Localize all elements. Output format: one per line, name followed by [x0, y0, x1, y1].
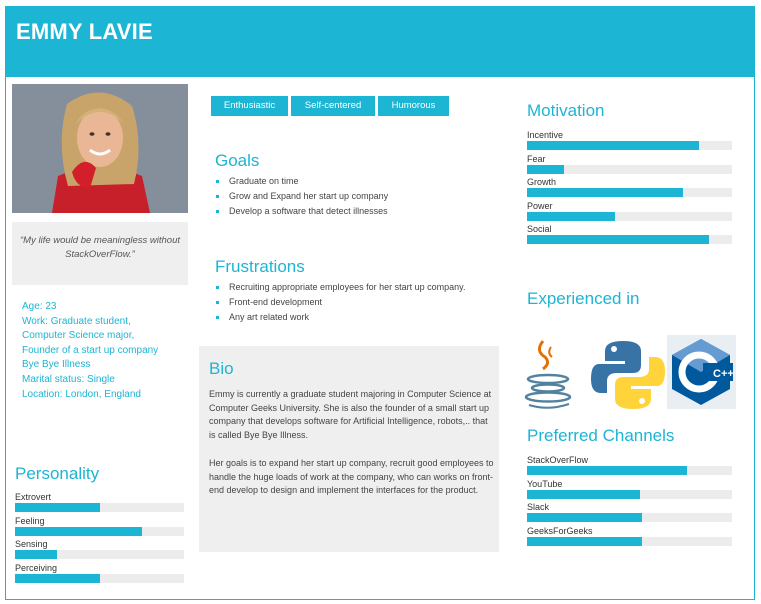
channel-label: StackOverFlow — [527, 455, 589, 465]
trait-track — [15, 550, 184, 559]
channel-row: GeeksForGeeks — [527, 526, 732, 550]
bio-panel: Bio Emmy is currently a graduate student… — [199, 346, 499, 552]
info-company: Bye Bye Illness — [22, 359, 91, 371]
channel-track — [527, 489, 732, 499]
motivation-row: Power — [527, 201, 732, 225]
motivation-label: Incentive — [527, 130, 564, 140]
bio-title: Bio — [209, 359, 234, 378]
trait-label: Extrovert — [15, 492, 52, 502]
trait-label: Perceiving — [15, 562, 58, 573]
motivation-label: Power — [527, 200, 553, 211]
info-location: Location: London, England — [22, 388, 141, 400]
cpp-logo-text: C++ — [713, 368, 734, 380]
experienced-title: Experienced in — [527, 289, 640, 308]
persona-name: EMMY LAVIE — [16, 19, 153, 44]
python-logo — [591, 341, 665, 409]
personality-row: Feeling — [15, 516, 184, 540]
tag-enthusiastic: Enthusiastic — [211, 96, 288, 116]
personality-title: Personality — [15, 464, 100, 483]
motivation-row: Growth — [527, 177, 732, 201]
motivation-fill — [527, 164, 564, 174]
tag-self-centered: Self-centered — [291, 96, 375, 116]
java-logo — [524, 340, 572, 409]
motivation-row: Incentive — [527, 130, 732, 154]
persona-quote: “My life would be meaningless without St… — [12, 222, 188, 285]
profile-photo — [12, 84, 188, 213]
motivation-label: Growth — [527, 177, 557, 187]
info-founder: Founder of a start up company — [22, 344, 159, 356]
info-major: Computer Science major, — [22, 330, 135, 342]
personality-bars: Extrovert Feeling Sensing Perceiving — [15, 492, 184, 586]
personality-row: Extrovert — [15, 492, 184, 516]
list-item: Develop a software that detect illnesses — [215, 204, 388, 219]
motivation-bars: Incentive Fear Growth Power Social — [527, 130, 732, 248]
motivation-track — [527, 188, 732, 197]
personality-row: Sensing — [15, 539, 184, 563]
bio-paragraph-2: Her goals is to expand her start up comp… — [209, 458, 494, 496]
trait-track — [15, 573, 184, 583]
motivation-track — [527, 235, 732, 244]
channel-track — [527, 466, 732, 475]
trait-label: Feeling — [15, 515, 45, 526]
channel-track — [527, 536, 732, 546]
trait-fill — [15, 526, 142, 536]
bio-paragraph-1: Emmy is currently a graduate student maj… — [209, 389, 492, 440]
list-item: Any art related work — [215, 310, 465, 325]
info-work: Work: Graduate student, — [22, 315, 131, 327]
trait-label: Sensing — [15, 539, 48, 549]
channel-row: YouTube — [527, 479, 732, 503]
motivation-track — [527, 211, 732, 221]
trait-fill — [15, 503, 100, 512]
tag-humorous: Humorous — [378, 96, 449, 116]
trait-tags: Enthusiastic Self-centered Humorous — [211, 96, 449, 116]
header-banner: EMMY LAVIE — [6, 7, 754, 77]
info-age: Age: 23 — [22, 301, 57, 312]
channel-fill — [527, 513, 642, 522]
personality-row: Perceiving — [15, 563, 184, 587]
trait-track — [15, 526, 184, 536]
demographics: Age: 23 Work: Graduate student, Computer… — [22, 300, 158, 402]
channel-fill — [527, 489, 640, 499]
motivation-title: Motivation — [527, 101, 605, 120]
motivation-fill — [527, 235, 710, 244]
motivation-label: Social — [527, 224, 552, 234]
channel-label: Slack — [527, 502, 550, 512]
motivation-track — [527, 164, 732, 174]
channel-fill — [527, 466, 687, 475]
channel-fill — [527, 536, 642, 546]
motivation-row: Social — [527, 224, 732, 248]
motivation-fill — [527, 211, 616, 221]
list-item: Recruiting appropriate employees for her… — [215, 280, 465, 295]
trait-track — [15, 503, 184, 512]
goals-list: Graduate on time Grow and Expand her sta… — [215, 174, 388, 218]
list-item: Graduate on time — [215, 174, 388, 189]
motivation-row: Fear — [527, 154, 732, 178]
experience-logos: C++ — [521, 335, 736, 409]
channel-label: YouTube — [527, 478, 563, 489]
motivation-track — [527, 141, 732, 150]
trait-fill — [15, 573, 100, 583]
frustrations-title: Frustrations — [215, 257, 305, 276]
goals-title: Goals — [215, 151, 260, 170]
frustrations-list: Recruiting appropriate employees for her… — [215, 280, 465, 324]
channels-title: Preferred Channels — [527, 426, 675, 445]
channel-label: GeeksForGeeks — [527, 525, 593, 536]
channel-row: Slack — [527, 502, 732, 526]
motivation-label: Fear — [527, 153, 546, 164]
cpp-logo: C++ — [667, 335, 736, 409]
channel-bars: StackOverFlow YouTube Slack GeeksForGeek… — [527, 455, 732, 549]
info-marital: Marital status: Single — [22, 373, 115, 385]
motivation-fill — [527, 188, 683, 197]
channel-row: StackOverFlow — [527, 455, 732, 479]
trait-fill — [15, 550, 58, 559]
list-item: Front-end development — [215, 295, 465, 310]
channel-track — [527, 513, 732, 522]
list-item: Grow and Expand her start up company — [215, 189, 388, 204]
motivation-fill — [527, 141, 700, 150]
